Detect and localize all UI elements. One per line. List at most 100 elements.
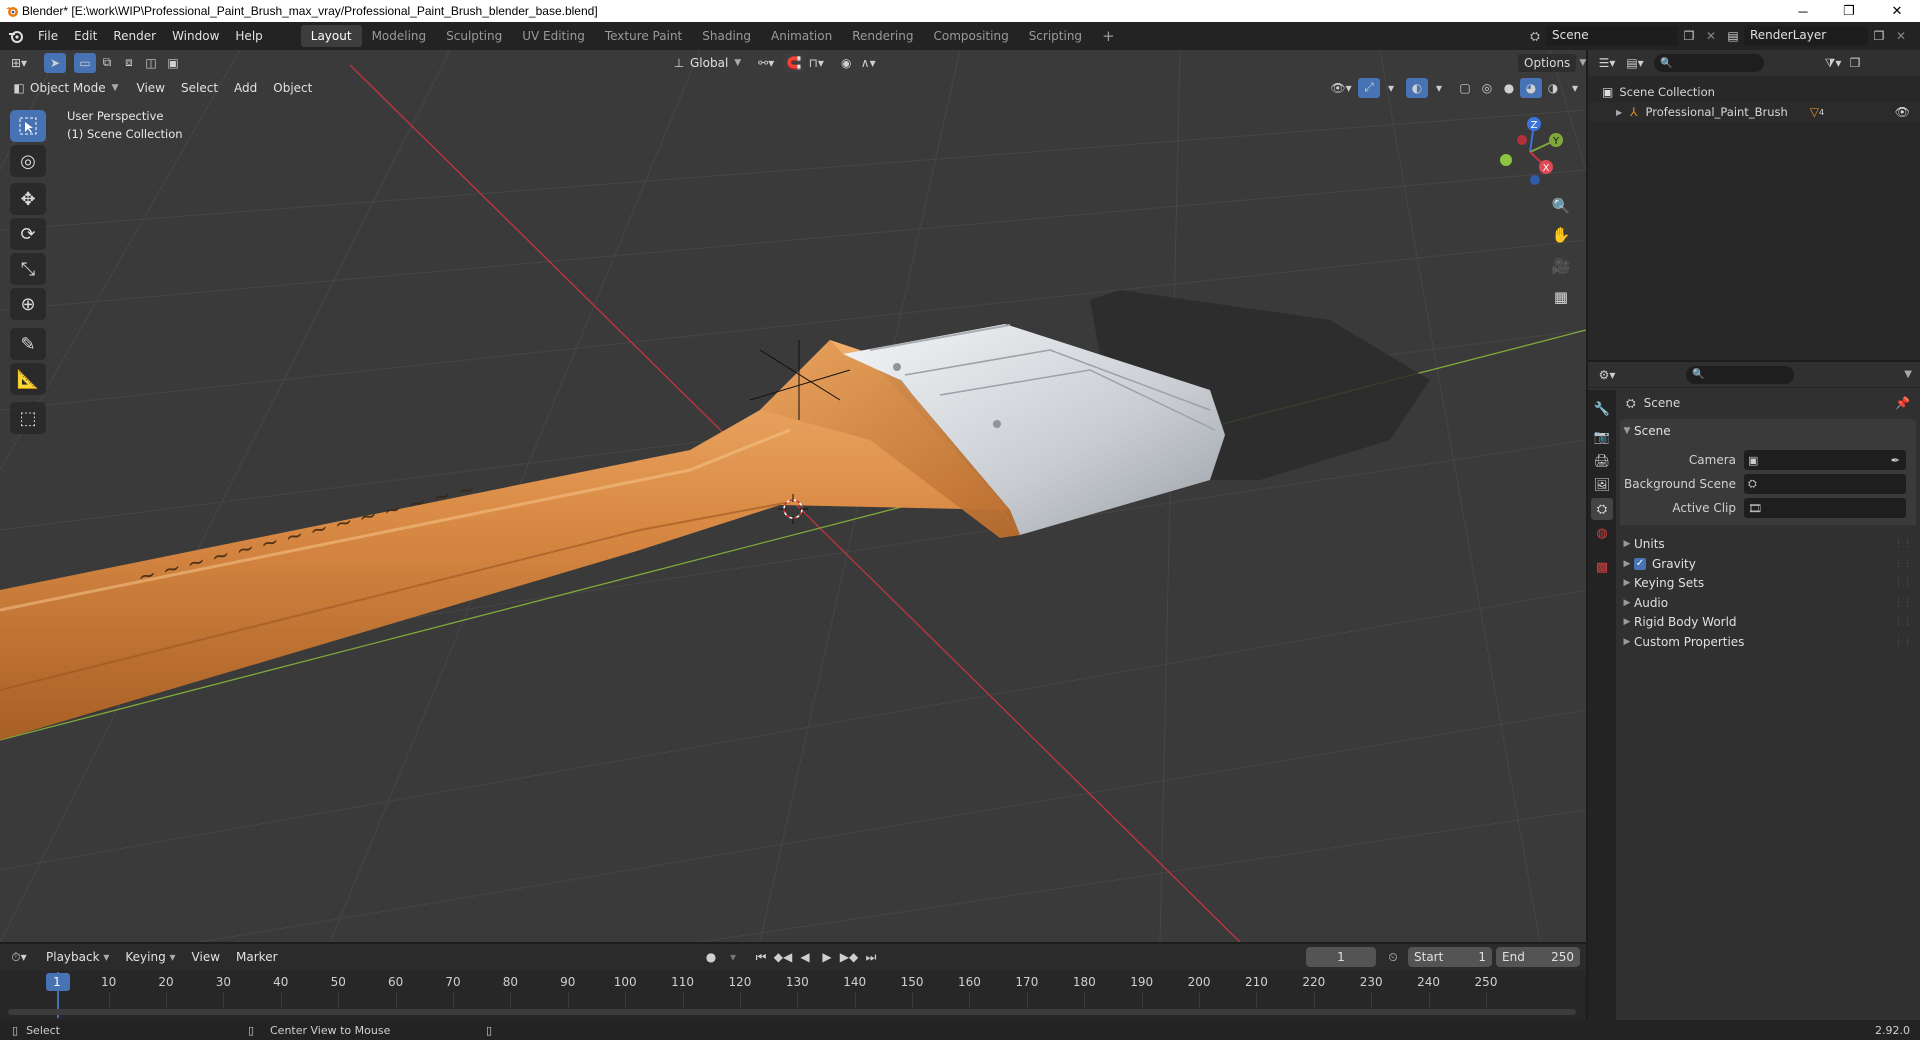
viewport-menu-add[interactable]: Add — [226, 77, 265, 99]
delete-view-layer-icon[interactable]: ✕ — [1890, 26, 1912, 46]
mode-extend-icon[interactable]: ⧉ — [96, 53, 118, 73]
object-mode-dropdown[interactable]: Object Mode — [30, 81, 106, 95]
mode-invert-icon[interactable]: ◫ — [140, 53, 162, 73]
mode-intersect-icon[interactable]: ▣ — [162, 53, 184, 73]
tab-animation[interactable]: Animation — [761, 25, 842, 47]
viewport-menu-object[interactable]: Object — [265, 77, 320, 99]
tab-modeling[interactable]: Modeling — [362, 25, 437, 47]
camera-field[interactable]: ▣ ✒ — [1744, 450, 1906, 470]
drag-handle-icon[interactable]: ⋮⋮ — [1894, 578, 1912, 588]
drag-handle-icon[interactable]: ⋮⋮ — [1894, 539, 1912, 549]
chevron-down-icon[interactable]: ▼ — [1904, 369, 1912, 380]
display-mode-icon[interactable]: ▤▾ — [1624, 53, 1646, 73]
eyedropper-icon[interactable]: ✒ — [1891, 454, 1900, 467]
viewport-menu-select[interactable]: Select — [173, 77, 226, 99]
rotate-tool[interactable]: ⟳ — [10, 218, 46, 250]
falloff-icon[interactable]: ∧▾ — [857, 53, 879, 73]
ortho-toggle-button[interactable]: ▦ — [1548, 284, 1574, 310]
output-tab[interactable]: 🖨 — [1591, 450, 1613, 472]
panel-custom-properties[interactable]: ▶ Custom Properties ⋮⋮ — [1620, 630, 1916, 654]
close-window-button[interactable]: ✕ — [1874, 0, 1920, 22]
tab-uv-editing[interactable]: UV Editing — [512, 25, 595, 47]
scene-name-field[interactable]: Scene — [1546, 26, 1678, 46]
timeline[interactable]: ⏱▾ Playback ▾ Keying ▾ View Marker ● ▾ ⏮ ◆◀… — [0, 944, 1586, 1020]
menu-window[interactable]: Window — [164, 25, 227, 47]
world-tab[interactable]: ◍ — [1591, 522, 1613, 544]
chevron-down-icon[interactable]: ▾ — [1564, 78, 1586, 98]
tool-tab[interactable]: 🔧 — [1591, 398, 1613, 420]
scene-selector[interactable]: ⛭ Scene ❐ ✕ — [1524, 26, 1722, 46]
filter-icon[interactable]: ⧩▾ — [1822, 53, 1844, 73]
timeline-scrollbar[interactable] — [8, 1009, 1576, 1015]
options-dropdown[interactable]: Options ▼ — [1518, 53, 1586, 72]
outliner-editor-icon[interactable]: ☰▾ — [1596, 53, 1618, 73]
tab-compositing[interactable]: Compositing — [923, 25, 1018, 47]
render-tab[interactable]: 📷 — [1591, 426, 1613, 448]
outliner[interactable]: ☰▾ ▤▾ 🔍 ⧩▾ ❐ ▣ Scene Collection ▶ ⅄ Prof… — [1588, 50, 1920, 360]
minimize-button[interactable]: ─ — [1780, 0, 1826, 22]
pan-view-button[interactable]: ✋ — [1548, 222, 1574, 248]
view-layer-tab[interactable]: 🖼 — [1591, 474, 1613, 496]
add-workspace-button[interactable]: + — [1092, 25, 1125, 47]
drag-handle-icon[interactable]: ⋮⋮ — [1894, 617, 1912, 627]
eye-visibility-icon[interactable]: 👁 — [1895, 105, 1910, 119]
chevron-down-icon[interactable]: ▾ — [1428, 78, 1450, 98]
wireframe-shading-icon[interactable]: ◎ — [1476, 78, 1498, 98]
outliner-root-row[interactable]: ▣ Scene Collection — [1602, 82, 1715, 102]
snap-icon[interactable]: 🧲 — [783, 52, 806, 73]
expand-arrow-icon[interactable]: ▶ — [1616, 108, 1622, 117]
new-collection-icon[interactable]: ❐ — [1844, 53, 1866, 73]
gizmo-toggle-icon[interactable]: ⤢ — [1358, 77, 1380, 98]
navigation-gizmo[interactable]: Z Y X — [1490, 112, 1570, 192]
delete-scene-icon[interactable]: ✕ — [1700, 26, 1722, 46]
scene-tab[interactable]: ⛭ — [1591, 498, 1613, 520]
view-layer-field[interactable]: RenderLayer — [1744, 26, 1868, 46]
outliner-search-input[interactable]: 🔍 — [1654, 54, 1764, 72]
tab-scripting[interactable]: Scripting — [1019, 25, 1092, 47]
active-clip-field[interactable]: 🎞 — [1744, 498, 1906, 518]
properties-search-input[interactable]: 🔍 — [1686, 365, 1794, 384]
xray-toggle-icon[interactable]: ▢ — [1454, 78, 1476, 98]
editor-type-icon[interactable]: ⊞▾ — [8, 53, 30, 73]
menu-help[interactable]: Help — [227, 25, 270, 47]
gravity-checkbox[interactable]: ✓ — [1634, 557, 1646, 570]
pivot-icon[interactable]: ⚯▾ — [755, 53, 777, 73]
rendered-shading-icon[interactable]: ◑ — [1542, 78, 1564, 98]
overlay-toggle-icon[interactable]: ◐ — [1406, 77, 1428, 98]
restore-button[interactable]: ❐ — [1826, 0, 1872, 22]
cursor-tool[interactable]: ◎ — [10, 145, 46, 177]
zoom-view-button[interactable]: 🔍 — [1548, 193, 1574, 219]
drag-handle-icon[interactable]: ⋮⋮ — [1894, 637, 1912, 647]
tab-rendering[interactable]: Rendering — [842, 25, 923, 47]
3d-viewport[interactable]: ~ ~ ~ ~ ~ ~ ~ ~ ~ ~ ~ ~ ~ ~ User Perspec… — [0, 50, 1586, 942]
menu-edit[interactable]: Edit — [66, 25, 105, 47]
add-cube-tool[interactable]: ⬚ — [10, 402, 46, 434]
drag-handle-icon[interactable]: ⋮⋮ — [1894, 559, 1912, 569]
tab-sculpting[interactable]: Sculpting — [436, 25, 512, 47]
scene-panel-header[interactable]: ▼ Scene — [1620, 419, 1916, 443]
proportional-edit-icon[interactable]: ◉ — [835, 53, 857, 73]
menu-render[interactable]: Render — [105, 25, 164, 47]
properties-editor-icon[interactable]: ⚙▾ — [1596, 365, 1618, 385]
outliner-item-row[interactable]: ▶ ⅄ Professional_Paint_Brush ▽ 4 👁 — [1588, 102, 1920, 122]
texture-tab[interactable]: ▩ — [1591, 556, 1613, 578]
tab-shading[interactable]: Shading — [692, 25, 761, 47]
background-scene-field[interactable]: ⛭ — [1744, 474, 1906, 494]
solid-shading-icon[interactable]: ● — [1498, 78, 1520, 98]
mode-new-icon[interactable]: ▭ — [74, 52, 96, 73]
scale-tool[interactable]: ⤡ — [10, 253, 46, 285]
eye-visibility-icon[interactable]: 👁▾ — [1330, 78, 1352, 98]
view-layer-selector[interactable]: ▤ RenderLayer ❐ ✕ — [1722, 26, 1912, 46]
new-scene-icon[interactable]: ❐ — [1678, 26, 1700, 46]
pin-icon[interactable]: 📌 — [1895, 396, 1910, 410]
new-view-layer-icon[interactable]: ❐ — [1868, 26, 1890, 46]
select-tool-icon[interactable]: ➤ — [44, 52, 66, 73]
select-box-tool[interactable] — [10, 110, 46, 142]
drag-handle-icon[interactable]: ⋮⋮ — [1894, 598, 1912, 608]
menu-file[interactable]: File — [30, 25, 66, 47]
annotate-tool[interactable]: ✎ — [10, 328, 46, 360]
measure-tool[interactable]: 📐 — [10, 363, 46, 395]
snap-target-icon[interactable]: ⊓▾ — [805, 53, 827, 73]
mode-subtract-icon[interactable]: ⧈ — [118, 53, 140, 73]
orientation-dropdown[interactable]: Global — [690, 56, 728, 70]
